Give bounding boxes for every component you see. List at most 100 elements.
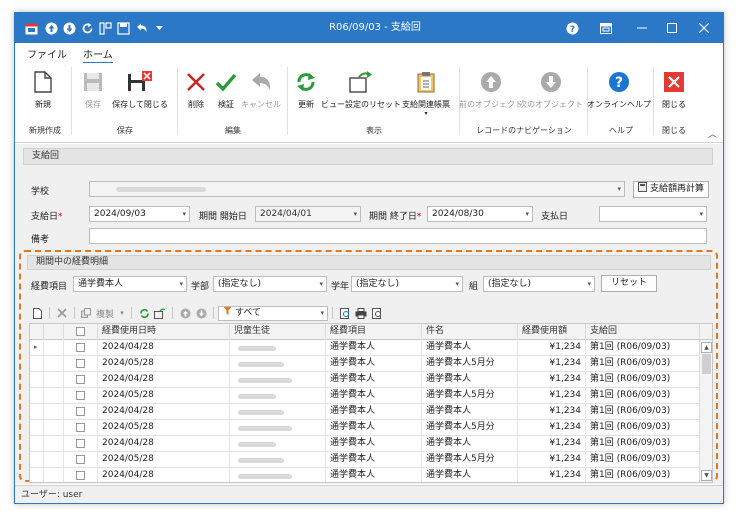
- checkbox-column-header[interactable]: [64, 324, 98, 340]
- period-end-field[interactable]: 2024/08/30 ▾: [427, 206, 533, 222]
- preview-icon[interactable]: [337, 305, 353, 321]
- expense-item-filter[interactable]: 通学費本人 ▾: [73, 276, 187, 292]
- checkbox-cell[interactable]: [64, 452, 98, 468]
- move-down-icon[interactable]: [193, 305, 209, 321]
- table-row[interactable]: 2024/04/28 通学費本人 通学費本人 ¥1,234 第1回 (R06/09/03…: [30, 436, 700, 452]
- collapse-ribbon-icon[interactable]: ︿: [708, 127, 717, 140]
- save-all-icon[interactable]: [115, 13, 131, 43]
- grid-refresh-icon[interactable]: [136, 305, 152, 321]
- app-window: R06/09/03 - 支給回 ? ファイル ホーム 新規 保存 保存して閉じる…: [14, 12, 724, 504]
- save-close-button[interactable]: 保存して閉じる: [111, 67, 169, 119]
- filter-select[interactable]: すべて ▾: [218, 305, 329, 321]
- copy-label[interactable]: 複製: [93, 305, 117, 321]
- refresh-icon[interactable]: [79, 13, 95, 43]
- table-row[interactable]: 2024/04/28 通学費本人 通学費本人 ¥1,234 第1回 (R06/09/03…: [30, 468, 700, 482]
- download-icon[interactable]: [61, 13, 77, 43]
- table-row[interactable]: 2024/05/28 通学費本人 通学費本人5月分 ¥1,234 第1回 (R06/09…: [30, 452, 700, 468]
- reset-button[interactable]: リセット: [601, 275, 657, 292]
- prev-object-button[interactable]: 前のオブジェクト: [459, 67, 523, 119]
- copy-icon[interactable]: [79, 305, 93, 321]
- close-button[interactable]: 閉じる: [659, 67, 689, 119]
- row-checkbox[interactable]: [76, 439, 85, 448]
- row-checkbox[interactable]: [76, 407, 85, 416]
- date-cell: 2024/05/28: [98, 356, 230, 372]
- print-icon[interactable]: [353, 305, 369, 321]
- table-row[interactable]: 2024/05/28 通学費本人 通学費本人5月分 ¥1,234 第1回 (R06/09…: [30, 388, 700, 404]
- scroll-up-icon[interactable]: ▲: [701, 342, 712, 353]
- tab-home[interactable]: ホーム: [83, 46, 113, 64]
- select-all-checkbox[interactable]: [76, 327, 85, 336]
- delete-row-icon[interactable]: [54, 305, 70, 321]
- period-start-field[interactable]: 2024/04/01 ▾: [255, 206, 361, 222]
- header-panel-title: 支給回: [23, 148, 713, 165]
- checkbox-cell[interactable]: [64, 404, 98, 420]
- checkmark-icon: [215, 67, 237, 97]
- maximize-button[interactable]: [655, 13, 689, 43]
- undo-icon[interactable]: [133, 13, 149, 43]
- column-header-expense-item[interactable]: 経費項目: [326, 324, 422, 340]
- tab-file[interactable]: ファイル: [27, 46, 67, 61]
- table-row[interactable]: ▸ 2024/04/28 通学費本人 通学費本人 ¥1,234 第1回 (R06/09/0…: [30, 340, 700, 356]
- row-checkbox[interactable]: [76, 391, 85, 400]
- table-row[interactable]: 2024/05/28 通学費本人 通学費本人5月分 ¥1,234 第1回 (R06/09…: [30, 420, 700, 436]
- undo-arrow-icon: [250, 67, 272, 97]
- move-up-icon[interactable]: [177, 305, 193, 321]
- help-icon[interactable]: ?: [555, 13, 589, 43]
- minimize-button[interactable]: [625, 13, 659, 43]
- class-filter[interactable]: (指定なし) ▾: [483, 276, 595, 292]
- restore-layout-icon[interactable]: [589, 13, 623, 43]
- refresh-button[interactable]: 更新: [291, 67, 321, 119]
- upload-icon[interactable]: [43, 13, 59, 43]
- online-help-button[interactable]: ? オンラインヘルプ: [587, 67, 651, 119]
- table-row[interactable]: 2024/04/28 通学費本人 通学費本人 ¥1,234 第1回 (R06/09/03…: [30, 372, 700, 388]
- column-header-date[interactable]: 経費使用日時: [98, 324, 230, 340]
- scroll-thumb[interactable]: [702, 354, 711, 374]
- table-row[interactable]: 2024/04/28 通学費本人 通学費本人 ¥1,234 第1回 (R06/09/03…: [30, 404, 700, 420]
- row-checkbox[interactable]: [76, 375, 85, 384]
- delete-button[interactable]: 削除: [181, 67, 211, 119]
- checkbox-cell[interactable]: [64, 388, 98, 404]
- payment-date-field[interactable]: ▾: [599, 206, 707, 222]
- pay-date-field[interactable]: 2024/09/03 ▾: [89, 206, 190, 222]
- checkbox-cell[interactable]: [64, 356, 98, 372]
- grade-filter[interactable]: (指定なし) ▾: [351, 276, 463, 292]
- new-row-icon[interactable]: [29, 305, 45, 321]
- amount-cell: ¥1,234: [518, 452, 586, 468]
- save-button[interactable]: 保存: [77, 67, 109, 119]
- view-reset-button[interactable]: ビュー設定のリセット: [321, 67, 401, 119]
- row-checkbox[interactable]: [76, 455, 85, 464]
- department-filter[interactable]: (指定なし) ▾: [213, 276, 327, 292]
- grade-dropdown-icon: ▾: [455, 280, 459, 288]
- checkbox-cell[interactable]: [64, 436, 98, 452]
- row-checkbox[interactable]: [76, 343, 85, 352]
- export-icon[interactable]: [369, 305, 385, 321]
- checkbox-cell[interactable]: [64, 340, 98, 356]
- checkbox-cell[interactable]: [64, 372, 98, 388]
- cancel-button[interactable]: キャンセル: [241, 67, 281, 119]
- column-header-round[interactable]: 支給回: [586, 324, 700, 340]
- layout-icon[interactable]: [97, 13, 113, 43]
- checkbox-cell[interactable]: [64, 420, 98, 436]
- grid-view-reset-icon[interactable]: [152, 305, 168, 321]
- checkbox-cell[interactable]: [64, 468, 98, 482]
- column-header-subject[interactable]: 件名: [422, 324, 518, 340]
- column-header-amount[interactable]: 経費使用額: [518, 324, 586, 340]
- school-field[interactable]: ▾: [89, 181, 625, 197]
- next-object-button[interactable]: 次のオブジェクト: [519, 67, 583, 119]
- row-checkbox[interactable]: [76, 471, 85, 480]
- row-checkbox[interactable]: [76, 359, 85, 368]
- scroll-down-icon[interactable]: ▼: [701, 470, 712, 481]
- close-window-button[interactable]: [687, 13, 721, 43]
- note-field[interactable]: [89, 228, 707, 244]
- grid-vertical-scrollbar[interactable]: ▲ ▼: [699, 340, 712, 482]
- new-button[interactable]: 新規: [25, 67, 61, 119]
- verify-button[interactable]: 検証: [211, 67, 241, 119]
- row-checkbox[interactable]: [76, 423, 85, 432]
- recalc-button[interactable]: 支給額再計算: [633, 181, 710, 198]
- qa-dropdown-icon[interactable]: [153, 13, 165, 43]
- related-forms-button[interactable]: 支給関連帳票 ▾: [399, 67, 453, 119]
- column-header-student[interactable]: 児童生徒: [230, 324, 326, 340]
- table-row[interactable]: 2024/05/28 通学費本人 通学費本人5月分 ¥1,234 第1回 (R06/09…: [30, 356, 700, 372]
- copy-dropdown-icon[interactable]: ▾: [117, 305, 127, 321]
- empty-cell: [44, 452, 64, 468]
